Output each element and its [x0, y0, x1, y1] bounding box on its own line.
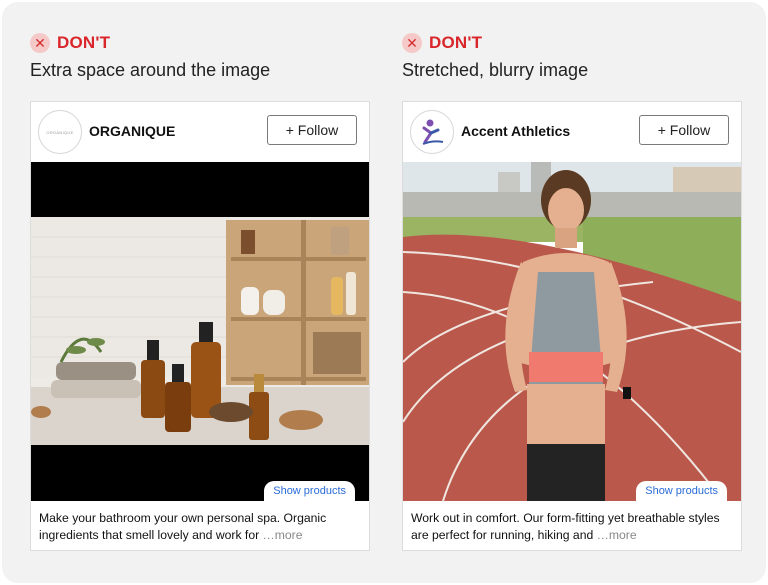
- ad-image[interactable]: Show products: [403, 162, 741, 501]
- follow-button[interactable]: + Follow: [267, 115, 357, 145]
- more-link[interactable]: …more: [597, 528, 637, 542]
- show-products-link[interactable]: Show products: [264, 481, 355, 501]
- more-link[interactable]: …more: [263, 528, 303, 542]
- ad-caption: Work out in comfort. Our form-fitting ye…: [411, 510, 733, 544]
- ad-card: ORGANIQUE ORGANIQUE + Follow Show produc…: [30, 101, 370, 551]
- runner-photo: [403, 162, 741, 501]
- example-subtitle: Extra space around the image: [30, 60, 271, 80]
- ad-caption: Make your bathroom your own personal spa…: [39, 510, 361, 544]
- x-circle-icon: ✕: [30, 33, 50, 53]
- comparison-panel: ✕ DON'T Extra space around the image ORG…: [2, 2, 766, 583]
- brand-avatar[interactable]: ORGANIQUE: [38, 110, 82, 154]
- card-header: ORGANIQUE ORGANIQUE + Follow: [31, 102, 369, 162]
- x-circle-icon: ✕: [402, 33, 422, 53]
- svg-text:ORGANIQUE: ORGANIQUE: [46, 130, 73, 135]
- follow-button[interactable]: + Follow: [639, 115, 729, 145]
- show-products-link[interactable]: Show products: [636, 481, 727, 501]
- dont-label: DON'T: [57, 33, 111, 52]
- ad-card: Accent Athletics + Follow Show products …: [402, 101, 742, 551]
- card-header: Accent Athletics + Follow: [403, 102, 741, 162]
- brand-avatar[interactable]: [410, 110, 454, 154]
- brand-name[interactable]: Accent Athletics: [461, 123, 570, 139]
- dont-badge: ✕ DON'T: [402, 32, 482, 54]
- example-subtitle: Stretched, blurry image: [402, 60, 589, 80]
- organique-logo-icon: ORGANIQUE: [44, 116, 76, 148]
- athlete-logo-icon: [422, 119, 444, 145]
- spa-products-photo: [31, 162, 369, 501]
- dont-badge: ✕ DON'T: [30, 32, 110, 54]
- dont-label: DON'T: [429, 33, 483, 52]
- brand-name[interactable]: ORGANIQUE: [89, 123, 175, 139]
- caption-text: Work out in comfort. Our form-fitting ye…: [411, 511, 720, 542]
- ad-image[interactable]: Show products: [31, 162, 369, 501]
